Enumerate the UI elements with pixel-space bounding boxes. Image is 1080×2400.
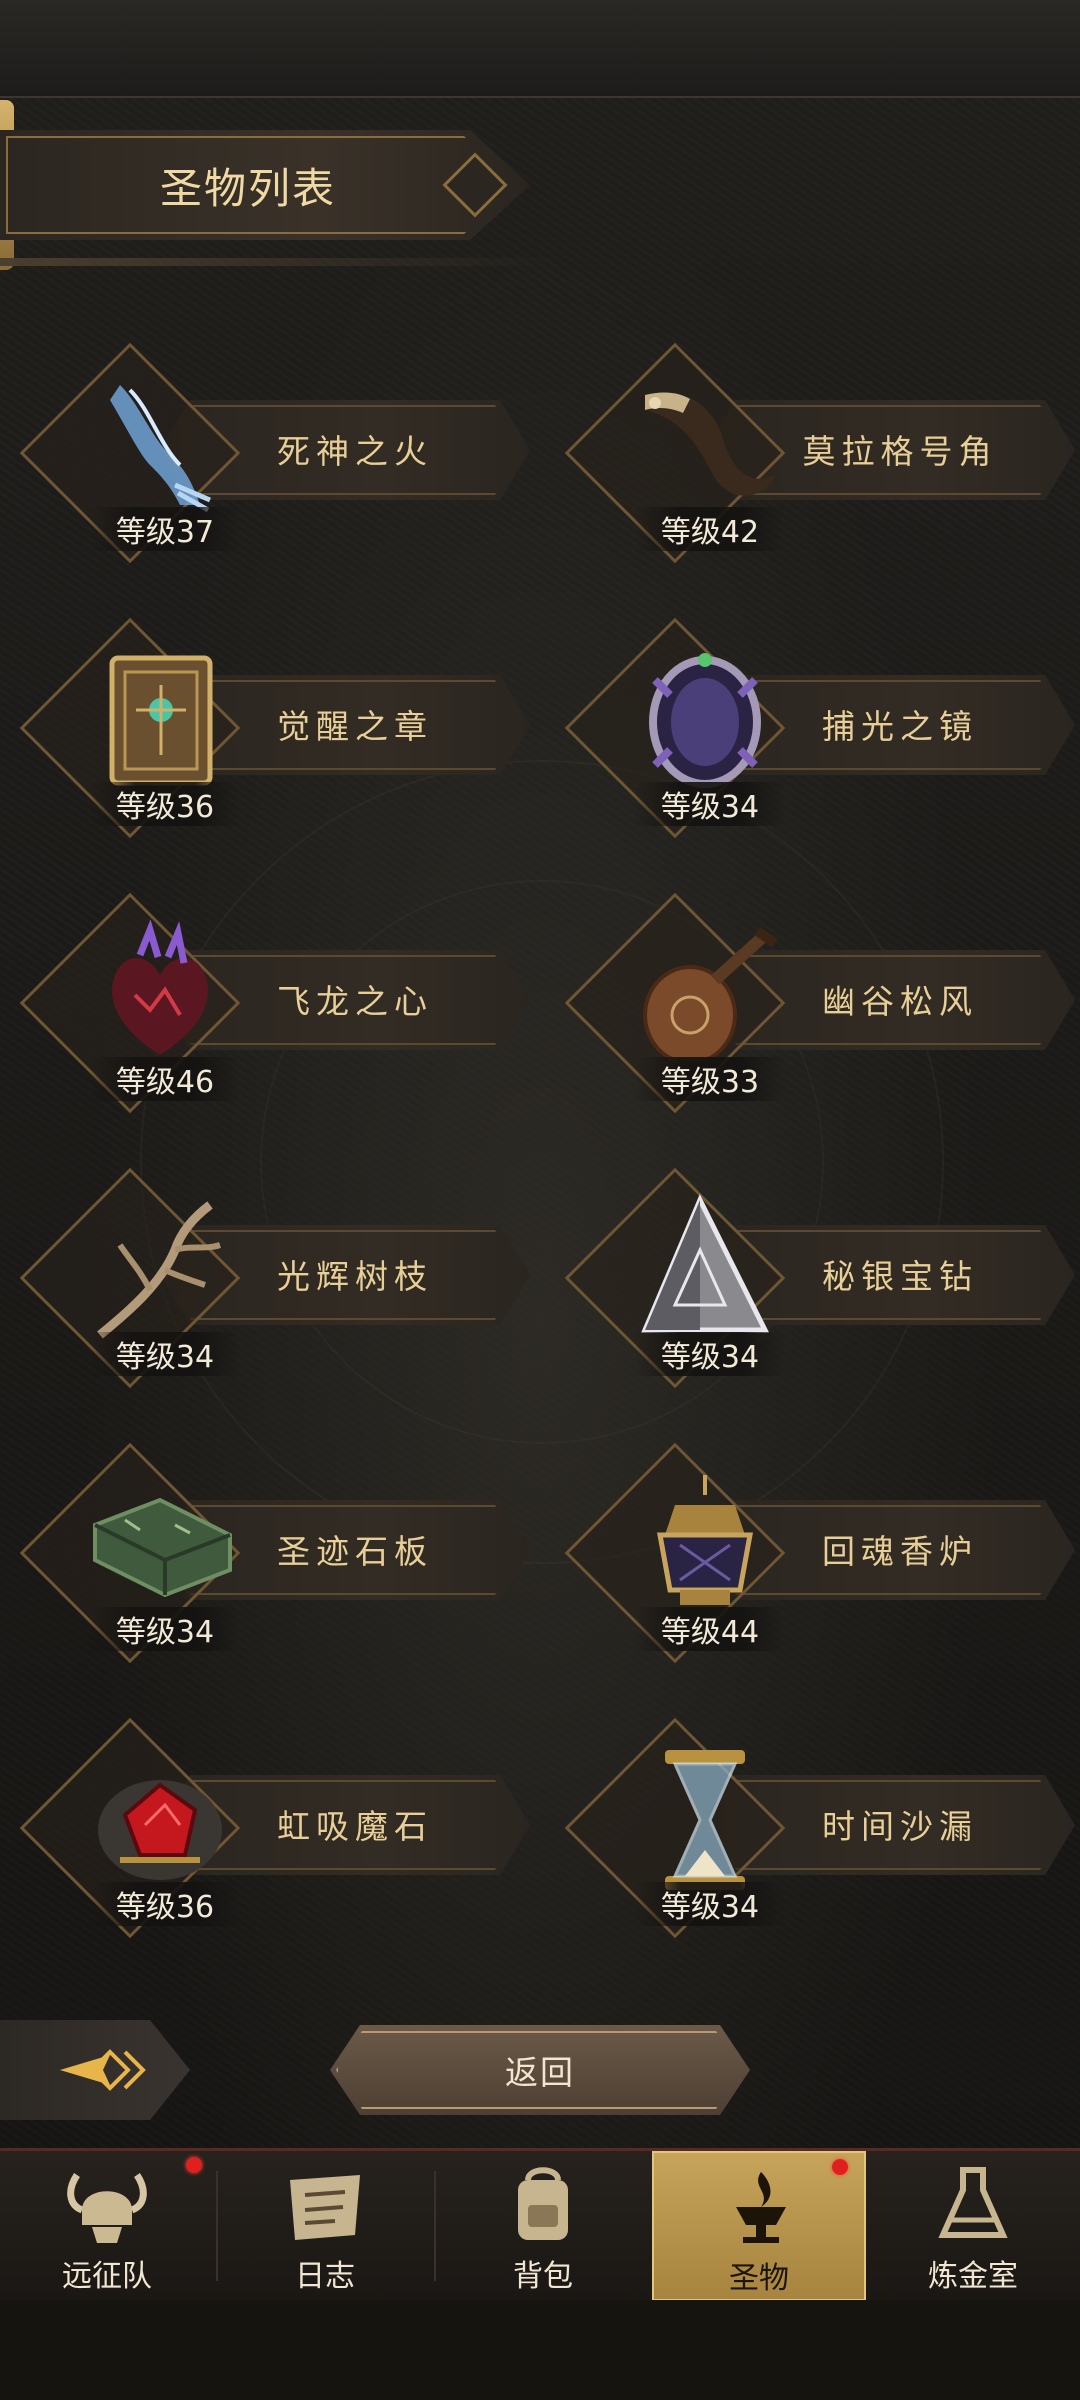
nav-item-relics[interactable]: 圣物 xyxy=(652,2151,866,2301)
relic-level: 等级36 xyxy=(90,1882,240,1926)
nav-label: 远征队 xyxy=(62,2259,152,2294)
relic-name: 回魂香炉 xyxy=(822,1532,978,1571)
relic-name: 虹吸魔石 xyxy=(277,1807,433,1846)
relic-level: 等级42 xyxy=(635,507,785,551)
top-bar xyxy=(0,0,1080,98)
relic-name: 死神之火 xyxy=(277,432,433,471)
relic-level: 等级36 xyxy=(90,782,240,826)
nav-item-alchemy[interactable]: 炼金室 xyxy=(866,2151,1080,2301)
relic-level: 等级34 xyxy=(90,1332,240,1376)
relic-card[interactable]: 莫拉格号角 等级42 xyxy=(564,342,1080,564)
bottom-nav: 远征队 日志 背包 圣物 炼金室 xyxy=(0,2148,1080,2301)
relic-card[interactable]: 时间沙漏 等级34 xyxy=(564,1717,1080,1939)
title-divider xyxy=(0,258,560,266)
relic-level: 等级46 xyxy=(90,1057,240,1101)
system-bottom-bar xyxy=(0,2300,1080,2400)
nav-item-expedition[interactable]: 远征队 xyxy=(0,2151,214,2301)
relic-level: 等级34 xyxy=(635,1332,785,1376)
nav-label: 背包 xyxy=(513,2259,573,2294)
relic-name: 莫拉格号角 xyxy=(802,432,998,471)
return-button[interactable]: 返回 xyxy=(330,2025,750,2115)
notification-badge xyxy=(832,2159,848,2175)
notification-badge xyxy=(186,2157,202,2173)
arrow-left-icon xyxy=(60,2049,146,2091)
relic-card[interactable]: 回魂香炉 等级44 xyxy=(564,1442,1080,1664)
relic-card[interactable]: 死神之火 等级37 xyxy=(19,342,540,564)
scroll-icon xyxy=(290,2175,360,2240)
relic-level: 等级33 xyxy=(635,1057,785,1101)
relic-name: 秘银宝钻 xyxy=(822,1257,978,1296)
relic-name: 捕光之镜 xyxy=(822,707,978,746)
relic-card[interactable]: 飞龙之心 等级46 xyxy=(19,892,540,1114)
page-title: 圣物列表 xyxy=(160,164,337,213)
nav-item-journal[interactable]: 日志 xyxy=(218,2151,432,2301)
relic-card[interactable]: 圣迹石板 等级34 xyxy=(19,1442,540,1664)
nav-label: 圣物 xyxy=(729,2261,789,2296)
alchemy-icon xyxy=(938,2167,1008,2238)
relic-level: 等级34 xyxy=(635,1882,785,1926)
relic-name: 飞龙之心 xyxy=(277,982,433,1021)
relic-name: 圣迹石板 xyxy=(277,1532,433,1571)
nav-label: 炼金室 xyxy=(928,2259,1018,2294)
relic-card[interactable]: 秘银宝钻 等级34 xyxy=(564,1167,1080,1389)
relic-level: 等级34 xyxy=(90,1607,240,1651)
relic-name: 幽谷松风 xyxy=(822,982,978,1021)
viking-helmet-icon xyxy=(67,2173,147,2243)
relic-level: 等级34 xyxy=(635,782,785,826)
relic-card[interactable]: 光辉树枝 等级34 xyxy=(19,1167,540,1389)
relic-level: 等级37 xyxy=(90,507,240,551)
relic-level: 等级44 xyxy=(635,1607,785,1651)
back-arrow-button[interactable] xyxy=(0,2020,190,2120)
relic-name: 光辉树枝 xyxy=(277,1257,433,1296)
nav-label: 日志 xyxy=(295,2259,355,2294)
relic-name: 时间沙漏 xyxy=(822,1807,978,1846)
relic-name: 觉醒之章 xyxy=(277,707,433,746)
relic-card[interactable]: 虹吸魔石 等级36 xyxy=(19,1717,540,1939)
relic-card[interactable]: 幽谷松风 等级33 xyxy=(564,892,1080,1114)
nav-item-backpack[interactable]: 背包 xyxy=(436,2151,650,2301)
return-button-label: 返回 xyxy=(505,2053,575,2092)
brazier-icon xyxy=(736,2172,786,2243)
backpack-icon xyxy=(518,2167,568,2240)
relic-card[interactable]: 觉醒之章 等级36 xyxy=(19,617,540,839)
relic-card[interactable]: 捕光之镜 等级34 xyxy=(564,617,1080,839)
